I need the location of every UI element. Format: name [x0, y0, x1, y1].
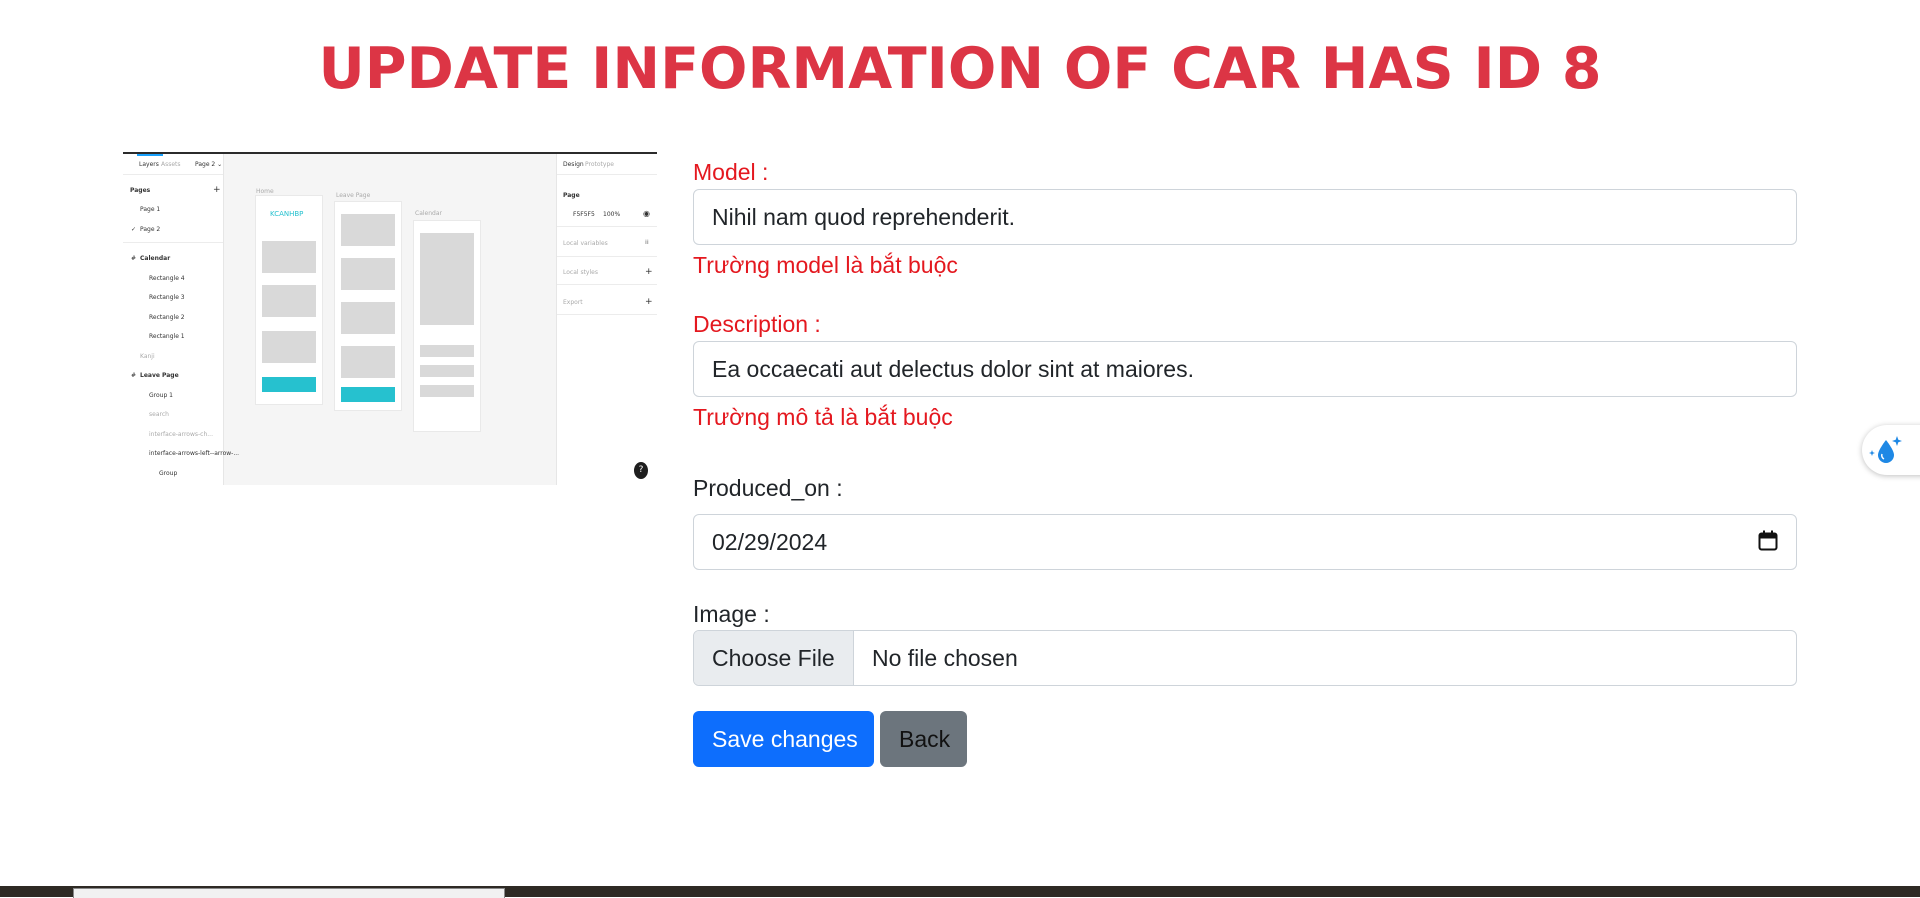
preview-layer-item: Group 1 — [149, 392, 173, 399]
preview-page-item: Page 1 — [140, 206, 161, 213]
preview-page-section: Page — [563, 192, 580, 199]
model-input[interactable]: Nihil nam quod reprehenderit. — [693, 189, 1797, 245]
preview-right-item: Local styles — [563, 269, 598, 276]
preview-frame-home: KCANHBP — [255, 195, 323, 405]
preview-design-panel: Design Prototype Page F5F5F5 100% ◉ Loca… — [556, 154, 657, 485]
preview-layer-item: Rectangle 1 — [149, 333, 185, 340]
preview-tab-prototype: Prototype — [585, 161, 614, 168]
preview-frame-brand: KCANHBP — [270, 210, 304, 218]
preview-layer-item: search — [149, 411, 169, 418]
preview-page-opacity: 100% — [603, 211, 621, 218]
preview-layer-item: Rectangle 2 — [149, 314, 185, 321]
preview-help-icon: ? — [634, 462, 648, 479]
preview-right-item: Export — [563, 299, 583, 306]
image-label: Image : — [693, 601, 770, 627]
preview-add-icon: + — [213, 185, 221, 195]
preview-add-icon: + — [645, 297, 653, 307]
water-drop-sparkle-icon — [1869, 436, 1902, 463]
preview-layer-item: interface-arrows-ch... — [149, 431, 213, 438]
preview-frame-icon: # — [131, 255, 137, 262]
preview-layer-item: interface-arrows-left--arrow-... — [149, 450, 240, 457]
preview-add-icon: + — [645, 267, 653, 277]
preview-variables-icon: ⁞⁞ — [645, 239, 649, 246]
preview-frame-calendar — [413, 220, 481, 432]
preview-frame-label: Calendar — [415, 210, 442, 217]
produced-on-value: 02/29/2024 — [712, 529, 828, 555]
preview-layer-item: Group — [159, 470, 178, 477]
preview-tab-assets: Assets — [161, 161, 181, 168]
preview-frame-label: Home — [256, 188, 274, 195]
image-file-input[interactable]: Choose File No file chosen — [693, 630, 1797, 686]
preview-check-icon: ✓ — [131, 226, 137, 233]
save-changes-button[interactable]: Save changes — [693, 711, 874, 767]
preview-layer-item: Kanji — [140, 353, 155, 360]
file-status: No file chosen — [872, 645, 1018, 671]
calendar-icon[interactable] — [1758, 530, 1778, 552]
preview-layers-panel: Layers Assets Page 2 ⌄ Pages + Page 1 ✓ … — [123, 154, 239, 485]
preview-page-item: Page 2 — [140, 226, 161, 233]
model-error: Trường model là bắt buộc — [693, 252, 958, 278]
description-input[interactable]: Ea occaecati aut delectus dolor sint at … — [693, 341, 1797, 397]
preview-tab-layers: Layers — [139, 161, 159, 168]
preview-pages-label: Pages — [130, 187, 151, 194]
preview-eye-icon: ◉ — [643, 209, 650, 218]
model-label: Model : — [693, 159, 769, 185]
preview-layer-item: Rectangle 3 — [149, 294, 185, 301]
description-error: Trường mô tả là bắt buộc — [693, 404, 953, 430]
preview-layer-item: Rectangle 4 — [149, 275, 185, 282]
page-title: UPDATE INFORMATION OF CAR HAS ID 8 — [318, 36, 1602, 102]
preview-layer-item: Calendar — [140, 255, 171, 262]
choose-file-button[interactable]: Choose File — [694, 631, 854, 685]
car-image-preview: Layers Assets Page 2 ⌄ Pages + Page 1 ✓ … — [123, 152, 657, 485]
floating-assistant-widget[interactable] — [1862, 425, 1920, 475]
preview-tab-design: Design — [563, 161, 584, 168]
preview-frame-icon: # — [131, 372, 137, 379]
back-button[interactable]: Back — [880, 711, 967, 767]
description-label: Description : — [693, 311, 821, 337]
preview-frame-label: Leave Page — [336, 192, 371, 199]
preview-tab-page: Page 2 ⌄ — [195, 161, 223, 168]
preview-page-color: F5F5F5 — [573, 211, 595, 218]
preview-right-item: Local variables — [563, 240, 608, 247]
preview-layer-item: Leave Page — [140, 372, 179, 379]
produced-on-date-input[interactable]: 02/29/2024 — [693, 514, 1797, 570]
preview-frame-leave — [334, 201, 402, 411]
produced-on-label: Produced_on : — [693, 475, 843, 501]
